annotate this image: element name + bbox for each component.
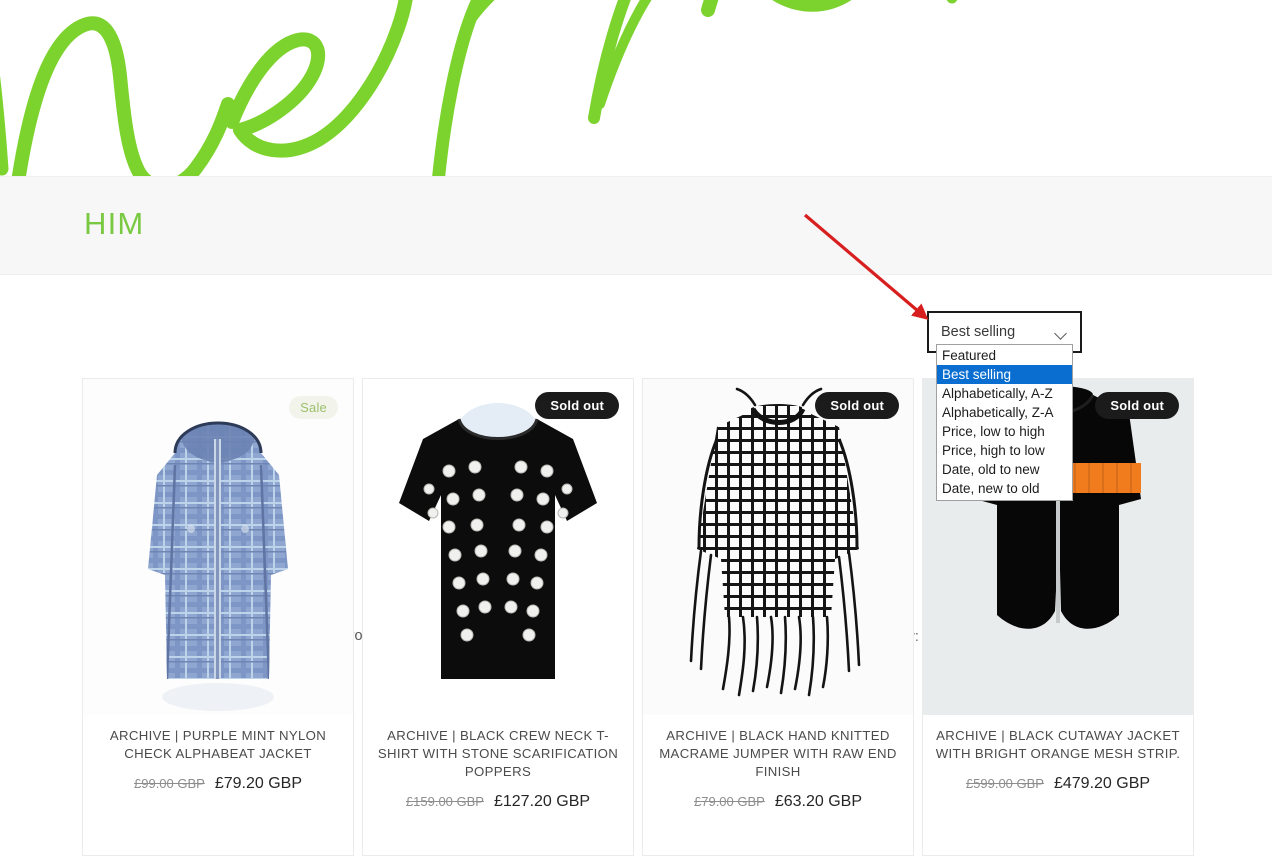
sort-option-date-new-old[interactable]: Date, new to old [937, 479, 1072, 498]
black-studded-tshirt-image [363, 379, 633, 715]
product-title[interactable]: ARCHIVE | PURPLE MINT NYLON CHECK ALPHAB… [95, 727, 341, 763]
sort-option-alphabetically-az[interactable]: Alphabetically, A-Z [937, 384, 1072, 403]
price-sale: £79.20 GBP [214, 775, 302, 792]
product-price: £99.00 GBP £79.20 GBP [95, 775, 341, 793]
badge-sale: Sale [289, 396, 338, 419]
product-price: £599.00 GBP £479.20 GBP [935, 775, 1181, 793]
badge-sold-out: Sold out [815, 392, 899, 419]
collection-header-strip [0, 176, 1272, 275]
price-original: £159.00 GBP [405, 794, 484, 809]
product-title[interactable]: ARCHIVE | BLACK HAND KNITTED MACRAME JUM… [655, 727, 901, 781]
badge-sold-out: Sold out [535, 392, 619, 419]
badge-sold-out: Sold out [1095, 392, 1179, 419]
price-original: £79.00 GBP [694, 794, 765, 809]
price-original: £99.00 GBP [134, 776, 205, 791]
product-card[interactable]: Sold out ARCHIVE | BLACK HAND KNITTED MA… [642, 378, 914, 856]
price-sale: £127.20 GBP [493, 793, 591, 810]
sort-option-best-selling[interactable]: Best selling [937, 365, 1072, 384]
sort-option-featured[interactable]: Featured [937, 346, 1072, 365]
brand-script-logo-icon [0, 0, 958, 176]
black-macrame-mesh-jumper-image [643, 379, 913, 715]
price-original: £599.00 GBP [965, 776, 1044, 791]
sort-by-dropdown-list[interactable]: Featured Best selling Alphabetically, A-… [936, 344, 1073, 501]
purple-check-nylon-jacket-image [83, 379, 353, 715]
sort-option-alphabetically-za[interactable]: Alphabetically, Z-A [937, 403, 1072, 422]
collection-page: HIM Filter: Availability Price Product t… [0, 0, 1272, 856]
site-logo-banner [0, 0, 1272, 176]
product-info: ARCHIVE | BLACK CREW NECK T-SHIRT WITH S… [363, 715, 633, 811]
product-title[interactable]: ARCHIVE | BLACK CREW NECK T-SHIRT WITH S… [375, 727, 621, 781]
product-card[interactable]: Sold out ARCHIVE | BLACK CREW NECK T-SHI… [362, 378, 634, 856]
sort-option-price-high-low[interactable]: Price, high to low [937, 441, 1072, 460]
sort-option-price-low-high[interactable]: Price, low to high [937, 422, 1072, 441]
product-image[interactable] [643, 379, 913, 715]
product-image[interactable] [83, 379, 353, 715]
sort-option-date-old-new[interactable]: Date, old to new [937, 460, 1072, 479]
product-info: ARCHIVE | PURPLE MINT NYLON CHECK ALPHAB… [83, 715, 353, 793]
product-image[interactable] [363, 379, 633, 715]
chevron-down-icon [1055, 329, 1068, 337]
product-title[interactable]: ARCHIVE | BLACK CUTAWAY JACKET WITH BRIG… [935, 727, 1181, 763]
product-price: £79.00 GBP £63.20 GBP [655, 793, 901, 811]
price-sale: £63.20 GBP [774, 793, 862, 810]
price-sale: £479.20 GBP [1053, 775, 1151, 792]
product-info: ARCHIVE | BLACK HAND KNITTED MACRAME JUM… [643, 715, 913, 811]
sort-by-selected-value: Best selling [941, 324, 1016, 340]
product-info: ARCHIVE | BLACK CUTAWAY JACKET WITH BRIG… [923, 715, 1193, 793]
product-card[interactable]: Sale ARCHIVE | PURPLE MINT NYLON CHECK A… [82, 378, 354, 856]
page-title: HIM [84, 206, 145, 241]
product-price: £159.00 GBP £127.20 GBP [375, 793, 621, 811]
